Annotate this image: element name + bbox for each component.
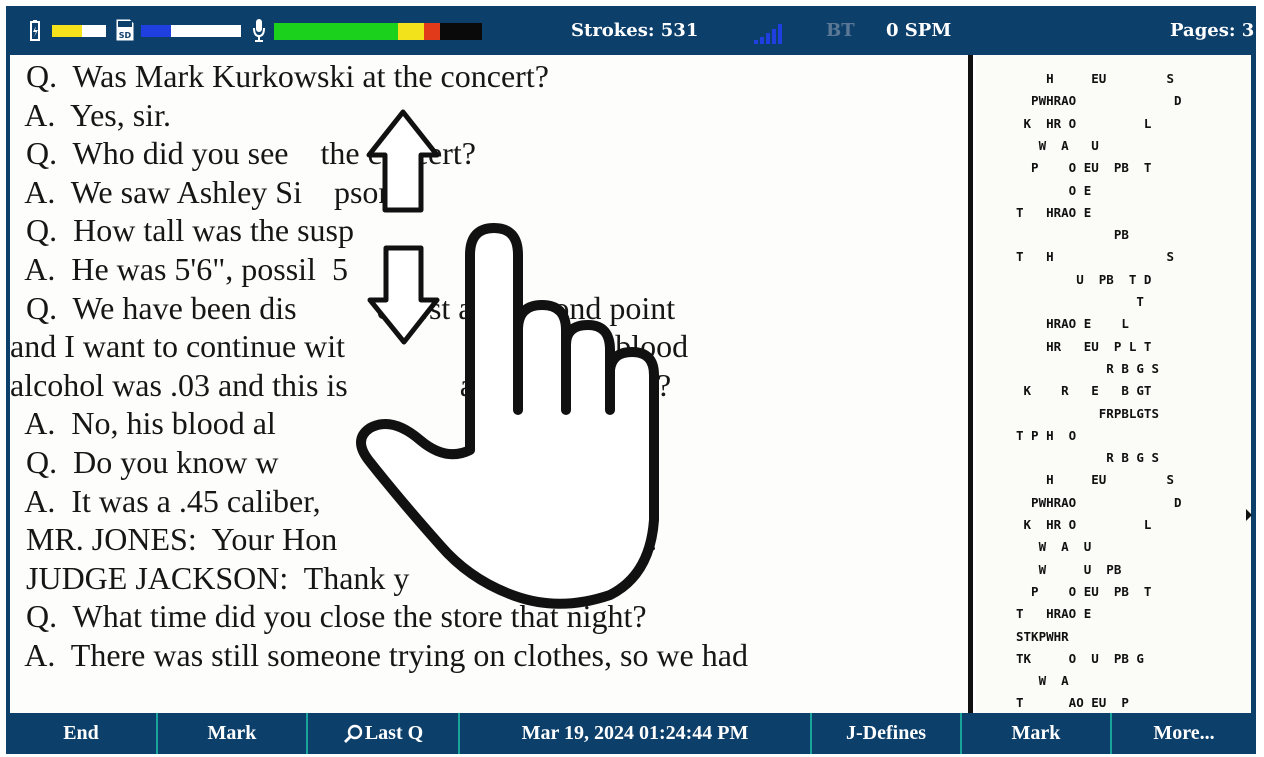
microphone-icon [253,19,265,42]
more-button[interactable]: More... [1112,713,1256,754]
j-defines-button[interactable]: J-Defines [812,713,960,754]
steno-line: O E [1016,182,1092,198]
steno-line: K R E B GT [1016,383,1152,399]
transcript-line: A. We saw Ashley Si pson. [10,173,403,210]
bottom-toolbar: End Mark Last Q Mar 19, 2024 01:24:44 PM… [6,713,1256,754]
transcript-line: Q. Do you know w was? [10,444,503,480]
transcript-line: Q. We have been dis e first and second p… [10,289,676,326]
steno-line: STKPWHR [1016,628,1069,644]
steno-line: T H S [1016,249,1175,265]
steno-line: PWHRAO D [1016,93,1182,109]
battery-meter [52,25,106,37]
battery-icon [30,20,40,41]
last-q-label: Last Q [364,722,424,744]
steno-line: W U PB [1016,561,1122,577]
mark-button-2[interactable]: Mark [962,713,1110,754]
transcript-line: A. Yes, sir. [10,96,171,133]
page-count: Pages: 3 [1170,20,1255,41]
strokes-per-minute: 0 SPM [886,20,952,41]
steno-line: T HRAO E [1016,606,1092,622]
steno-line: H EU S [1016,472,1175,488]
datetime-display: Mar 19, 2024 01:24:44 PM [521,722,749,744]
mark-button[interactable]: Mark [158,713,306,754]
transcript-line: A. He was 5'6", possil 5 [10,251,348,287]
transcript-line: Q. Was Mark Kurkowski at the concert? [10,58,549,94]
mic-level-meter [274,23,482,40]
status-bar: SD Strokes: 531 BT 0 SPM Pages: 3 [6,6,1256,55]
steno-line: PB [1016,227,1129,243]
sd-card-meter [141,25,241,37]
svg-text:SD: SD [119,31,132,40]
steno-line: T HRAO E [1016,204,1092,220]
scroll-position-marker [1246,509,1252,521]
end-button[interactable]: End [6,713,156,754]
steno-line: HRAO E L [1016,316,1129,332]
last-q-button[interactable]: Last Q [308,713,458,754]
transcript-line: alcohol was .03 and this is al limit; co… [10,366,672,403]
device-screen: SD Strokes: 531 BT 0 SPM Pages: 3 Q. Was… [6,6,1256,754]
steno-line: T AO EU P [1016,695,1129,711]
strokes-count: Strokes: 531 [571,20,699,41]
steno-line: PWHRAO D [1016,494,1182,510]
steno-line: U PB T D [1016,271,1152,287]
steno-line: TK O U PB G [1016,650,1144,666]
steno-line: P O EU PB T [1016,160,1152,176]
main-area: Q. Was Mark Kurkowski at the concert? A.… [10,55,1252,713]
bluetooth-status: BT [826,20,855,41]
transcript-line: A. There was still someone trying on clo… [10,637,748,673]
steno-line: W A U [1016,137,1099,153]
transcript-line: A. It was a .45 caliber, it. [10,482,459,519]
search-icon [343,724,363,743]
steno-line: H EU S [1016,71,1175,86]
steno-line: W A U [1016,539,1092,555]
steno-line: P O EU PB T [1016,583,1152,599]
transcript-line: Q. Who did you see the concert? [10,135,476,172]
transcript-line: and I want to continue wit point. His bl… [10,328,689,365]
transcript-line: JUDGE JACKSON: Thank y [10,559,410,596]
steno-notes-pane[interactable]: H EU S PWHRAO D K HR O L W A U P O EU PB… [976,55,1251,713]
steno-line: K HR O L [1016,115,1152,131]
transcript-line: A. No, his blood al [10,405,276,442]
steno-line: R B G S [1016,450,1159,466]
steno-line: R B G S [1016,360,1159,376]
transcript-line: Q. How tall was the susp [10,212,354,249]
transcript-line: MR. JONES: Your Hon ng to Article 6. [10,521,658,558]
steno-line: T P H O [1016,427,1077,443]
steno-line: T [1016,294,1144,309]
steno-line: W A [1016,673,1069,689]
signal-bars-icon [754,24,782,44]
steno-line: HR EU P L T [1016,338,1152,354]
transcript-line: Q. What time did you close the store tha… [10,598,647,635]
steno-line: FRPBLGTS [1016,405,1159,421]
sd-card-icon: SD [115,18,135,42]
steno-line: K HR O L [1016,517,1152,532]
transcript-pane[interactable]: Q. Was Mark Kurkowski at the concert? A.… [10,55,973,713]
